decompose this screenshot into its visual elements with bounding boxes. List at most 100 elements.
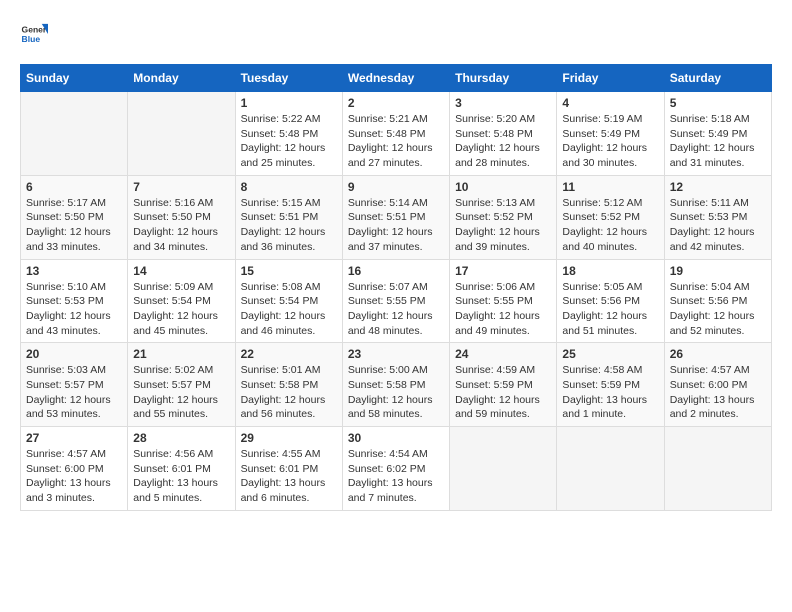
day-number: 1 [241,96,337,110]
calendar-cell: 16 Sunrise: 5:07 AM Sunset: 5:55 PM Dayli… [342,259,449,343]
day-info: Sunrise: 5:21 AM Sunset: 5:48 PM Dayligh… [348,112,444,171]
calendar-cell: 11 Sunrise: 5:12 AM Sunset: 5:52 PM Dayli… [557,175,664,259]
day-info: Sunrise: 5:06 AM Sunset: 5:55 PM Dayligh… [455,280,551,339]
page-header: General Blue [20,20,772,48]
day-number: 27 [26,431,122,445]
day-info: Sunrise: 5:04 AM Sunset: 5:56 PM Dayligh… [670,280,766,339]
day-info: Sunrise: 5:01 AM Sunset: 5:58 PM Dayligh… [241,363,337,422]
calendar-table: SundayMondayTuesdayWednesdayThursdayFrid… [20,64,772,511]
logo: General Blue [20,20,48,48]
day-info: Sunrise: 5:16 AM Sunset: 5:50 PM Dayligh… [133,196,229,255]
day-info: Sunrise: 5:13 AM Sunset: 5:52 PM Dayligh… [455,196,551,255]
day-info: Sunrise: 5:20 AM Sunset: 5:48 PM Dayligh… [455,112,551,171]
calendar-cell: 19Sunrise: 5:04 AM Sunset: 5:56 PM Dayli… [664,259,771,343]
day-number: 22 [241,347,337,361]
calendar-week-row: 13 Sunrise: 5:10 AM Sunset: 5:53 PM Dayli… [21,259,772,343]
calendar-cell: 8Sunrise: 5:15 AM Sunset: 5:51 PM Daylig… [235,175,342,259]
calendar-cell: 28 Sunrise: 4:56 AM Sunset: 6:01 PM Dayli… [128,427,235,511]
day-info: Sunrise: 5:19 AM Sunset: 5:49 PM Dayligh… [562,112,658,171]
day-number: 23 [348,347,444,361]
calendar-cell [450,427,557,511]
day-info: Sunrise: 5:03 AM Sunset: 5:57 PM Dayligh… [26,363,122,422]
calendar-cell: 26 Sunrise: 4:57 AM Sunset: 6:00 PM Dayli… [664,343,771,427]
day-number: 26 [670,347,766,361]
day-number: 7 [133,180,229,194]
day-info: Sunrise: 5:05 AM Sunset: 5:56 PM Dayligh… [562,280,658,339]
calendar-cell: 24 Sunrise: 4:59 AM Sunset: 5:59 PM Dayli… [450,343,557,427]
day-number: 30 [348,431,444,445]
day-of-week-header: Friday [557,65,664,92]
calendar-cell: 23 Sunrise: 5:00 AM Sunset: 5:58 PM Dayli… [342,343,449,427]
calendar-cell: 18 Sunrise: 5:05 AM Sunset: 5:56 PM Dayli… [557,259,664,343]
day-number: 16 [348,264,444,278]
day-info: Sunrise: 4:56 AM Sunset: 6:01 PM Dayligh… [133,447,229,506]
day-info: Sunrise: 4:58 AM Sunset: 5:59 PM Dayligh… [562,363,658,422]
calendar-header-row: SundayMondayTuesdayWednesdayThursdayFrid… [21,65,772,92]
day-number: 10 [455,180,551,194]
day-number: 13 [26,264,122,278]
day-info: Sunrise: 5:15 AM Sunset: 5:51 PM Dayligh… [241,196,337,255]
calendar-cell: 22 Sunrise: 5:01 AM Sunset: 5:58 PM Dayli… [235,343,342,427]
calendar-cell: 14Sunrise: 5:09 AM Sunset: 5:54 PM Dayli… [128,259,235,343]
calendar-week-row: 1 Sunrise: 5:22 AM Sunset: 5:48 PM Daylig… [21,92,772,176]
day-of-week-header: Thursday [450,65,557,92]
calendar-cell [664,427,771,511]
logo-icon: General Blue [20,20,48,48]
day-info: Sunrise: 5:07 AM Sunset: 5:55 PM Dayligh… [348,280,444,339]
calendar-cell: 27 Sunrise: 4:57 AM Sunset: 6:00 PM Dayli… [21,427,128,511]
calendar-week-row: 6 Sunrise: 5:17 AM Sunset: 5:50 PM Daylig… [21,175,772,259]
day-info: Sunrise: 5:02 AM Sunset: 5:57 PM Dayligh… [133,363,229,422]
calendar-cell: 12 Sunrise: 5:11 AM Sunset: 5:53 PM Dayli… [664,175,771,259]
calendar-cell: 21 Sunrise: 5:02 AM Sunset: 5:57 PM Dayli… [128,343,235,427]
day-info: Sunrise: 4:57 AM Sunset: 6:00 PM Dayligh… [26,447,122,506]
day-info: Sunrise: 4:59 AM Sunset: 5:59 PM Dayligh… [455,363,551,422]
day-number: 18 [562,264,658,278]
calendar-cell: 10 Sunrise: 5:13 AM Sunset: 5:52 PM Dayli… [450,175,557,259]
day-number: 6 [26,180,122,194]
calendar-cell: 29Sunrise: 4:55 AM Sunset: 6:01 PM Dayli… [235,427,342,511]
day-number: 4 [562,96,658,110]
day-info: Sunrise: 5:11 AM Sunset: 5:53 PM Dayligh… [670,196,766,255]
day-info: Sunrise: 5:18 AM Sunset: 5:49 PM Dayligh… [670,112,766,171]
calendar-cell: 20 Sunrise: 5:03 AM Sunset: 5:57 PM Dayli… [21,343,128,427]
day-number: 14 [133,264,229,278]
day-info: Sunrise: 4:57 AM Sunset: 6:00 PM Dayligh… [670,363,766,422]
day-number: 17 [455,264,551,278]
calendar-cell: 6 Sunrise: 5:17 AM Sunset: 5:50 PM Daylig… [21,175,128,259]
day-info: Sunrise: 5:12 AM Sunset: 5:52 PM Dayligh… [562,196,658,255]
day-of-week-header: Monday [128,65,235,92]
day-number: 3 [455,96,551,110]
day-info: Sunrise: 5:22 AM Sunset: 5:48 PM Dayligh… [241,112,337,171]
day-info: Sunrise: 5:00 AM Sunset: 5:58 PM Dayligh… [348,363,444,422]
calendar-week-row: 20 Sunrise: 5:03 AM Sunset: 5:57 PM Dayli… [21,343,772,427]
calendar-cell: 9 Sunrise: 5:14 AM Sunset: 5:51 PM Daylig… [342,175,449,259]
day-number: 24 [455,347,551,361]
day-number: 9 [348,180,444,194]
calendar-cell: 2Sunrise: 5:21 AM Sunset: 5:48 PM Daylig… [342,92,449,176]
day-of-week-header: Wednesday [342,65,449,92]
calendar-cell: 1 Sunrise: 5:22 AM Sunset: 5:48 PM Daylig… [235,92,342,176]
day-of-week-header: Saturday [664,65,771,92]
calendar-cell: 13 Sunrise: 5:10 AM Sunset: 5:53 PM Dayli… [21,259,128,343]
calendar-cell: 15Sunrise: 5:08 AM Sunset: 5:54 PM Dayli… [235,259,342,343]
day-info: Sunrise: 4:54 AM Sunset: 6:02 PM Dayligh… [348,447,444,506]
calendar-cell [557,427,664,511]
day-of-week-header: Tuesday [235,65,342,92]
calendar-cell: 17 Sunrise: 5:06 AM Sunset: 5:55 PM Dayli… [450,259,557,343]
calendar-week-row: 27 Sunrise: 4:57 AM Sunset: 6:00 PM Dayli… [21,427,772,511]
day-number: 12 [670,180,766,194]
day-number: 29 [241,431,337,445]
day-number: 20 [26,347,122,361]
svg-text:Blue: Blue [22,34,41,44]
calendar-cell: 7 Sunrise: 5:16 AM Sunset: 5:50 PM Daylig… [128,175,235,259]
day-info: Sunrise: 5:14 AM Sunset: 5:51 PM Dayligh… [348,196,444,255]
day-number: 21 [133,347,229,361]
calendar-cell [128,92,235,176]
day-number: 15 [241,264,337,278]
day-number: 11 [562,180,658,194]
day-info: Sunrise: 5:17 AM Sunset: 5:50 PM Dayligh… [26,196,122,255]
day-of-week-header: Sunday [21,65,128,92]
day-number: 28 [133,431,229,445]
day-info: Sunrise: 5:10 AM Sunset: 5:53 PM Dayligh… [26,280,122,339]
calendar-cell: 25Sunrise: 4:58 AM Sunset: 5:59 PM Dayli… [557,343,664,427]
